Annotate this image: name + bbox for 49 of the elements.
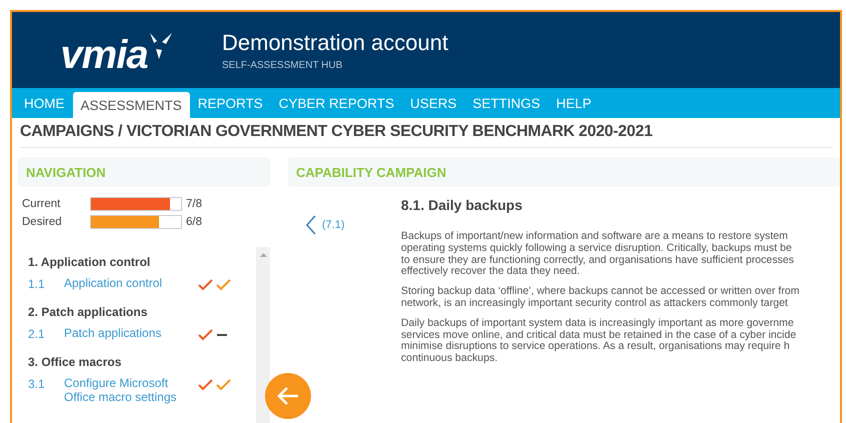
nav-link[interactable]: Configure Microsoft Office macro settings <box>64 377 192 405</box>
paragraph-line: services move online, and critical data must be retained in the case of a cyber incide <box>401 330 798 341</box>
logo: vmia <box>60 35 148 75</box>
check-icon <box>216 279 231 291</box>
chevron-left-icon <box>306 215 316 235</box>
scrollbar[interactable] <box>256 247 270 423</box>
logo-star-icon <box>148 31 174 61</box>
paragraph-line: operating systems quickly following a service disruption. Critically, backups must be <box>401 242 793 255</box>
check-icon <box>216 379 231 391</box>
paragraph-line: effectively recover the data they need. <box>401 266 580 278</box>
panel-title: NAVIGATION <box>26 164 106 180</box>
paragraph-line: Daily backups of important system data is increasingly important as more governme <box>401 318 795 330</box>
article-heading: 8.1. Daily backups <box>401 197 524 213</box>
check-icon <box>198 279 213 291</box>
paragraph-line: continuous backups. <box>401 353 499 365</box>
back-button[interactable] <box>265 373 311 419</box>
paragraph-line: minimise disruptions to service operations. As a result, organisations may require h <box>401 341 791 353</box>
hub-subtitle: SELF-ASSESSMENT HUB <box>222 60 344 70</box>
scroll-up-icon[interactable] <box>260 253 266 257</box>
section-title: 2. Patch applications <box>28 305 148 319</box>
meter-reading: 6/8 <box>185 216 203 228</box>
item-number: 1.1 <box>28 277 46 291</box>
check-icon <box>198 329 213 341</box>
paragraph-line: to ensure they are functioning correctly, and organisations have sufficient processes <box>401 254 795 266</box>
item-number: 2.1 <box>28 327 46 341</box>
section-title: 3. Office macros <box>28 355 122 369</box>
check-icon <box>198 379 213 391</box>
item-number: 3.1 <box>28 377 46 393</box>
arrow-left-icon <box>276 386 300 406</box>
breadcrumb: CAMPAIGNS / VICTORIAN GOVERNMENT CYBER SECURITY BENCHMARK 2020-2021 <box>20 118 832 148</box>
meter-label: Current <box>22 198 62 210</box>
menu-tab[interactable]: HELP <box>548 88 600 118</box>
meter-reading: 7/8 <box>185 198 203 210</box>
menu-tab[interactable]: CYBER REPORTS <box>270 88 402 118</box>
nav-link[interactable]: Patch applications <box>64 327 192 341</box>
menu-tab[interactable]: USERS <box>402 88 465 118</box>
section-title: 1. Application control <box>28 255 152 269</box>
paragraph-line: Storing backup data ‘offline’, where backups cannot be accessed or written over from <box>401 286 800 298</box>
menu-tab[interactable]: ASSESSMENTS <box>72 92 190 118</box>
meter-label: Desired <box>22 216 63 228</box>
menu-tab[interactable]: SETTINGS <box>464 88 548 118</box>
menu-tab[interactable]: REPORTS <box>190 88 271 118</box>
menu-tab[interactable]: HOME <box>16 88 72 118</box>
account-title: Demonstration account <box>222 30 448 56</box>
panel-title: CAPABILITY CAMPAIGN <box>296 164 446 180</box>
previous-link[interactable]: (7.1) <box>288 197 401 235</box>
nav-link[interactable]: Application control <box>64 277 192 291</box>
paragraph-line: Backups of important/new information and software are a means to restore system <box>401 231 789 243</box>
paragraph-line: network, is an increasingly important security control as attackers commonly target <box>401 298 789 310</box>
